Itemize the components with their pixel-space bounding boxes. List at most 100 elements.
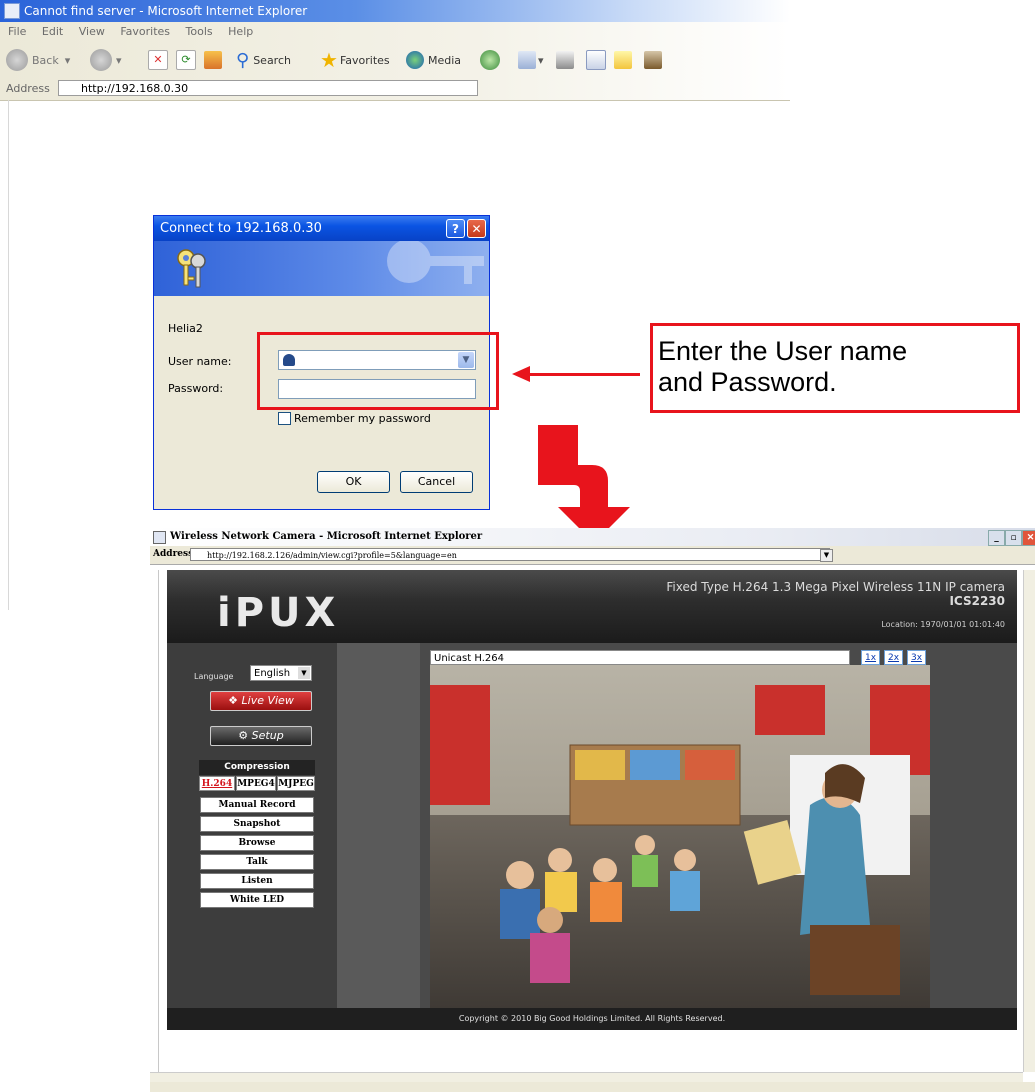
search-label: Search — [253, 53, 291, 67]
white-led-button[interactable]: White LED — [200, 892, 314, 908]
listen-button[interactable]: Listen — [200, 873, 314, 889]
keys-watermark-icon — [387, 241, 484, 284]
back-button[interactable]: Back ▾ — [6, 48, 70, 72]
home-button[interactable] — [204, 48, 222, 72]
dropdown-arrow-icon[interactable]: ▾ — [538, 54, 544, 67]
brand-logo: iPUX — [217, 590, 340, 636]
menu-bar: File Edit View Favorites Tools Help — [0, 22, 790, 42]
favorites-label: Favorites — [339, 53, 390, 67]
mail-button[interactable]: ▾ — [518, 48, 544, 72]
menu-favorites[interactable]: Favorites — [120, 25, 170, 38]
window-title-2: Wireless Network Camera - Microsoft Inte… — [170, 531, 483, 542]
location-time: Location: 1970/01/01 01:01:40 — [881, 620, 1005, 629]
search-button[interactable]: ⚲ Search — [236, 48, 291, 72]
codec-mjpeg[interactable]: MJPEG — [277, 776, 315, 791]
zoom-1x-button[interactable]: 1x — [861, 650, 880, 665]
chevron-down-icon[interactable]: ▼ — [298, 667, 310, 679]
media-button[interactable]: Media — [406, 48, 461, 72]
live-view-label: Live View — [241, 694, 294, 707]
refresh-button[interactable]: ⟳ — [176, 48, 196, 72]
status-bar — [150, 1082, 1035, 1092]
menu-file[interactable]: File — [8, 25, 26, 38]
print-button[interactable] — [556, 48, 574, 72]
password-label: Password: — [168, 382, 224, 395]
arrow-left-icon — [512, 366, 530, 382]
stop-button[interactable]: ✕ — [148, 48, 168, 72]
zoom-3x-button[interactable]: 3x — [907, 650, 926, 665]
menu-tools[interactable]: Tools — [186, 25, 213, 38]
title-bar: Cannot find server - Microsoft Internet … — [0, 0, 790, 22]
dropdown-arrow-icon[interactable]: ▾ — [116, 54, 122, 67]
discuss-icon — [614, 51, 632, 69]
classroom-video-frame — [430, 665, 930, 1008]
forward-arrow-icon — [90, 49, 112, 71]
cancel-button[interactable]: Cancel — [400, 471, 473, 493]
history-button[interactable] — [480, 48, 500, 72]
setup-label: Setup — [251, 729, 284, 742]
edit-button[interactable] — [586, 48, 606, 72]
talk-button[interactable]: Talk — [200, 854, 314, 870]
discuss-button[interactable] — [614, 48, 632, 72]
highlight-box — [257, 332, 499, 410]
curved-arrow-down-icon — [538, 425, 630, 543]
checkbox-icon[interactable] — [278, 412, 291, 425]
vertical-scrollbar[interactable] — [1023, 570, 1035, 1072]
research-button[interactable] — [644, 48, 662, 72]
forward-button[interactable]: ▾ — [90, 48, 122, 72]
chevron-down-icon[interactable]: ▼ — [820, 549, 833, 562]
menu-view[interactable]: View — [79, 25, 105, 38]
remember-password-checkbox[interactable]: Remember my password — [278, 412, 431, 425]
url-input[interactable]: http://192.168.0.30 — [58, 80, 478, 96]
manual-record-button[interactable]: Manual Record — [200, 797, 314, 813]
live-view-button[interactable]: ❖ Live View — [210, 691, 312, 711]
help-icon[interactable]: ? — [446, 219, 465, 238]
stream-select[interactable]: Unicast H.264 — [430, 650, 850, 665]
menu-help[interactable]: Help — [228, 25, 253, 38]
dropdown-arrow-icon[interactable]: ▾ — [65, 54, 71, 67]
username-label: User name: — [168, 355, 232, 368]
media-label: Media — [428, 53, 462, 67]
close-icon[interactable]: ✕ — [1022, 530, 1035, 546]
callout-line-1: Enter the User name — [658, 336, 908, 366]
language-select[interactable]: English ▼ — [250, 665, 312, 681]
ie-window-icon — [153, 531, 166, 544]
model-number: ICS2230 — [949, 594, 1005, 608]
live-video-feed[interactable] — [430, 665, 930, 1008]
maximize-icon[interactable]: ▫ — [1005, 530, 1022, 546]
edit-icon — [586, 50, 606, 70]
page-border — [8, 100, 9, 610]
mail-icon — [518, 51, 536, 69]
dialog-title: Connect to 192.168.0.30 — [160, 221, 322, 236]
ok-button[interactable]: OK — [317, 471, 390, 493]
home-icon — [204, 51, 222, 69]
codec-h264[interactable]: H.264 — [199, 776, 235, 791]
camera-footer: Copyright © 2010 Big Good Holdings Limit… — [167, 1008, 1017, 1030]
back-arrow-icon — [6, 49, 28, 71]
address-label-2: Address — [153, 549, 194, 559]
window-title: Cannot find server - Microsoft Internet … — [24, 4, 308, 18]
history-icon — [480, 50, 500, 70]
minimize-icon[interactable]: _ — [988, 530, 1005, 546]
toolbar: Back ▾ ▾ ✕ ⟳ ⚲ Search ★ Favorites Media — [0, 42, 790, 78]
language-label: Language — [194, 672, 234, 681]
back-label: Back — [32, 53, 59, 67]
setup-button[interactable]: ⚙ Setup — [210, 726, 312, 746]
compression-label: Compression — [199, 760, 315, 775]
camera-icon: ❖ — [228, 694, 242, 707]
dialog-title-bar: Connect to 192.168.0.30 ? ✕ — [154, 216, 489, 241]
close-icon[interactable]: ✕ — [467, 219, 486, 238]
ie-window-icon — [4, 3, 20, 19]
menu-edit[interactable]: Edit — [42, 25, 63, 38]
url-input-2[interactable]: http://192.168.2.126/admin/view.cgi?prof… — [190, 548, 830, 561]
browse-button[interactable]: Browse — [200, 835, 314, 851]
codec-mpeg4[interactable]: MPEG4 — [236, 776, 276, 791]
model-description: Fixed Type H.264 1.3 Mega Pixel Wireless… — [666, 580, 1005, 594]
model-info: Fixed Type H.264 1.3 Mega Pixel Wireless… — [666, 580, 1005, 608]
search-icon: ⚲ — [236, 49, 250, 71]
favorites-button[interactable]: ★ Favorites — [320, 48, 390, 72]
realm-label: Helia2 — [168, 322, 203, 335]
address-label: Address — [6, 82, 50, 95]
snapshot-button[interactable]: Snapshot — [200, 816, 314, 832]
star-icon: ★ — [320, 48, 338, 72]
zoom-2x-button[interactable]: 2x — [884, 650, 903, 665]
